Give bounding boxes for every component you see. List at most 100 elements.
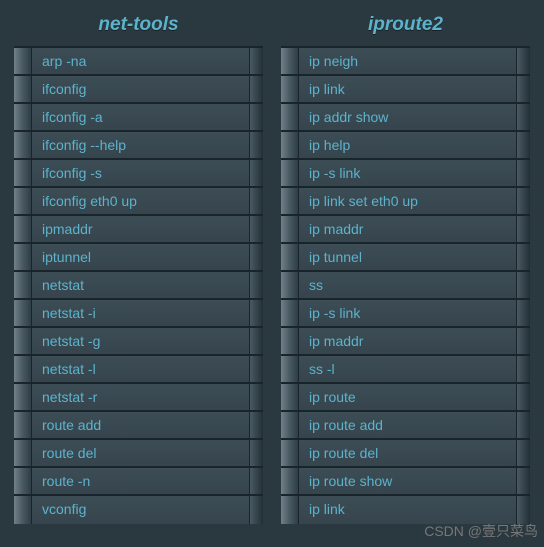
table-row: ss (281, 272, 530, 300)
command-cell: route add (32, 412, 249, 438)
command-cell: ip link (299, 76, 516, 102)
row-edge (249, 272, 263, 298)
row-edge (516, 48, 530, 74)
row-indent (281, 272, 299, 298)
table-row: ip neigh (281, 48, 530, 76)
row-edge (249, 132, 263, 158)
row-edge (249, 244, 263, 270)
row-indent (14, 244, 32, 270)
row-edge (516, 496, 530, 524)
command-cell: ss -l (299, 356, 516, 382)
row-edge (516, 104, 530, 130)
header-iproute2: iproute2 (281, 8, 530, 48)
command-cell: ip route show (299, 468, 516, 494)
row-indent (14, 440, 32, 466)
row-indent (14, 188, 32, 214)
row-edge (249, 76, 263, 102)
row-edge (249, 216, 263, 242)
table-row: netstat -g (14, 328, 263, 356)
table-row: ip route add (281, 412, 530, 440)
row-indent (14, 384, 32, 410)
row-indent (281, 48, 299, 74)
row-edge (516, 216, 530, 242)
column-iproute2: iproute2 ip neighip linkip addr showip h… (281, 8, 530, 524)
row-edge (249, 300, 263, 326)
row-indent (14, 216, 32, 242)
table-row: ss -l (281, 356, 530, 384)
row-indent (281, 104, 299, 130)
command-cell: ip tunnel (299, 244, 516, 270)
command-cell: ip addr show (299, 104, 516, 130)
row-edge (516, 132, 530, 158)
command-cell: ip link (299, 496, 516, 524)
table-row: ip route show (281, 468, 530, 496)
row-indent (14, 104, 32, 130)
table-row: netstat -i (14, 300, 263, 328)
row-indent (14, 468, 32, 494)
row-indent (281, 244, 299, 270)
column-net-tools: net-tools arp -naifconfigifconfig -aifco… (14, 8, 263, 524)
command-cell: netstat -g (32, 328, 249, 354)
row-edge (516, 188, 530, 214)
table-row: iptunnel (14, 244, 263, 272)
row-indent (14, 132, 32, 158)
row-indent (14, 412, 32, 438)
table-row: route add (14, 412, 263, 440)
row-indent (14, 356, 32, 382)
command-cell: ip link set eth0 up (299, 188, 516, 214)
command-cell: ifconfig eth0 up (32, 188, 249, 214)
row-edge (249, 356, 263, 382)
row-indent (281, 356, 299, 382)
row-edge (516, 300, 530, 326)
row-indent (281, 188, 299, 214)
row-edge (516, 412, 530, 438)
command-cell: route -n (32, 468, 249, 494)
table-row: ip route del (281, 440, 530, 468)
header-net-tools: net-tools (14, 8, 263, 48)
table-row: ifconfig eth0 up (14, 188, 263, 216)
row-edge (516, 468, 530, 494)
command-cell: ifconfig (32, 76, 249, 102)
command-cell: ifconfig -a (32, 104, 249, 130)
row-edge (249, 188, 263, 214)
row-indent (281, 468, 299, 494)
command-cell: netstat (32, 272, 249, 298)
command-cell: ifconfig --help (32, 132, 249, 158)
row-edge (249, 384, 263, 410)
row-indent (14, 328, 32, 354)
row-edge (249, 160, 263, 186)
command-cell: ip -s link (299, 300, 516, 326)
table-row: netstat -l (14, 356, 263, 384)
row-edge (516, 328, 530, 354)
table-row: ifconfig -a (14, 104, 263, 132)
row-indent (281, 216, 299, 242)
row-indent (281, 412, 299, 438)
table-row: ip maddr (281, 216, 530, 244)
row-edge (249, 48, 263, 74)
table-row: ip route (281, 384, 530, 412)
row-indent (14, 300, 32, 326)
watermark: CSDN @壹只菜鸟 (424, 521, 538, 541)
row-edge (249, 496, 263, 524)
row-edge (249, 328, 263, 354)
table-row: ip -s link (281, 160, 530, 188)
command-cell: ip help (299, 132, 516, 158)
command-cell: ss (299, 272, 516, 298)
table-row: ip link (281, 496, 530, 524)
row-edge (516, 244, 530, 270)
table-row: ifconfig -s (14, 160, 263, 188)
table-row: ifconfig --help (14, 132, 263, 160)
row-indent (281, 384, 299, 410)
list-iproute2: ip neighip linkip addr showip helpip -s … (281, 48, 530, 524)
row-indent (281, 160, 299, 186)
command-cell: netstat -i (32, 300, 249, 326)
table-row: ip maddr (281, 328, 530, 356)
command-cell: route del (32, 440, 249, 466)
row-edge (249, 412, 263, 438)
command-cell: ip route add (299, 412, 516, 438)
row-edge (249, 440, 263, 466)
command-cell: ip neigh (299, 48, 516, 74)
command-cell: ip maddr (299, 216, 516, 242)
command-cell: ip maddr (299, 328, 516, 354)
command-cell: iptunnel (32, 244, 249, 270)
